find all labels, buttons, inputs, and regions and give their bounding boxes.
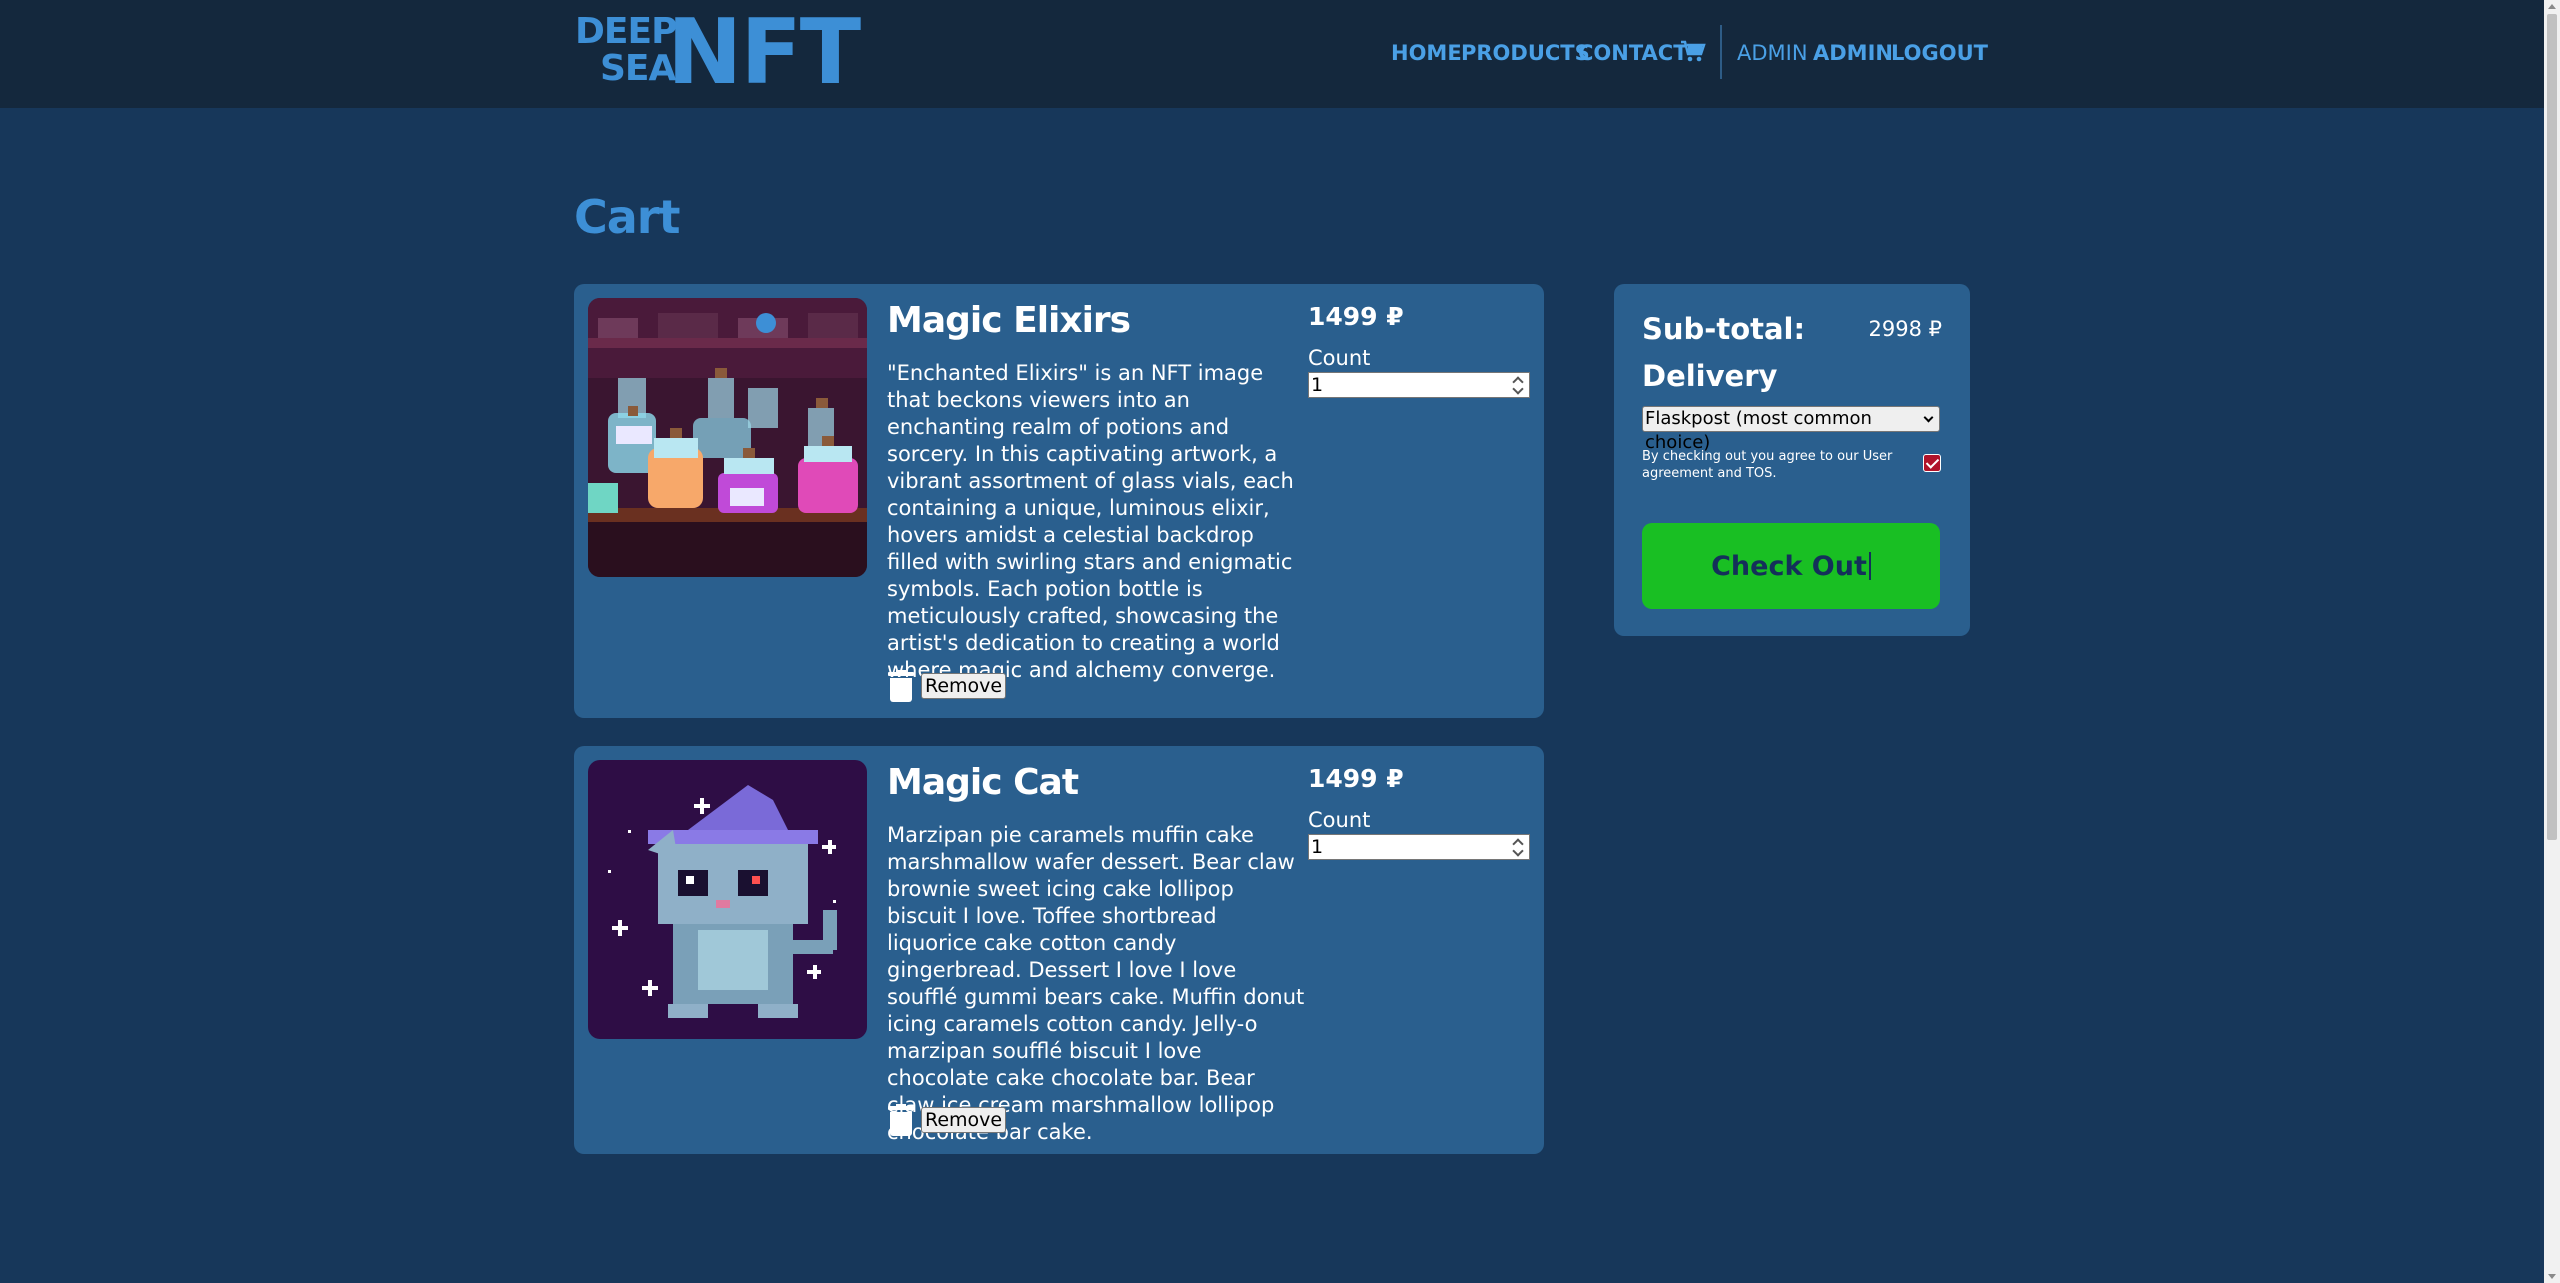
logo-nft: NFT <box>667 0 861 105</box>
count-input[interactable]: 1 <box>1308 834 1530 860</box>
remove-button[interactable]: Remove <box>921 1107 1007 1133</box>
product-description: Marzipan pie caramels muffin cake marshm… <box>887 823 1305 1144</box>
logo-line2: SEA <box>600 48 676 89</box>
page-scrollbar[interactable] <box>2544 0 2560 1283</box>
count-value: 1 <box>1311 836 1324 858</box>
top-navbar: DEEP SEA NFT HOME PRODUCTS CONTACT ADMIN… <box>0 0 2544 108</box>
chevron-down-icon <box>1923 412 1934 423</box>
product-image-magic-elixirs[interactable] <box>588 298 867 577</box>
nav-admin[interactable]: ADMIN <box>1813 38 1893 68</box>
product-price: 1499 ₽ <box>1308 764 1404 793</box>
logo-line1: DEEP <box>575 11 677 52</box>
text-caret <box>1868 552 1871 580</box>
nav-admin-plain[interactable]: ADMIN <box>1737 38 1808 68</box>
nav-products[interactable]: PRODUCTS <box>1461 38 1590 68</box>
tos-text: By checking out you agree to our User ag… <box>1642 449 1893 481</box>
count-spinner[interactable] <box>1511 375 1527 395</box>
delivery-selected-value: Flaskpost (most common choice) <box>1645 408 1872 453</box>
subtotal-value: 2998 ₽ <box>1868 317 1942 341</box>
remove-button[interactable]: Remove <box>921 673 1007 699</box>
delivery-label: Delivery <box>1642 359 1778 393</box>
remove-row: Remove <box>887 670 1007 702</box>
nav-products-link[interactable]: PRODUCTS <box>1461 41 1590 65</box>
count-input[interactable]: 1 <box>1308 372 1530 398</box>
page-title: Cart <box>574 190 680 244</box>
cart-item: Magic Elixirs "Enchanted Elixirs" is an … <box>574 284 1544 718</box>
count-spinner[interactable] <box>1511 837 1527 857</box>
checkout-label: Check Out <box>1711 550 1867 582</box>
product-name[interactable]: Magic Elixirs <box>887 300 1131 341</box>
nav-contact-link[interactable]: CONTACT <box>1578 41 1688 65</box>
nav-admin-link[interactable]: ADMIN <box>1813 41 1893 65</box>
remove-row: Remove <box>887 1104 1007 1136</box>
product-price: 1499 ₽ <box>1308 302 1404 331</box>
scroll-down-icon[interactable] <box>2548 1274 2556 1279</box>
nav-logout-link[interactable]: LOGOUT <box>1891 41 1988 65</box>
trash-icon[interactable] <box>887 1104 915 1136</box>
scroll-up-icon[interactable] <box>2548 4 2556 9</box>
cart-icon[interactable] <box>1680 40 1706 64</box>
product-name[interactable]: Magic Cat <box>887 762 1079 803</box>
nav-logout[interactable]: LOGOUT <box>1891 38 1988 68</box>
count-label: Count <box>1308 808 1371 832</box>
count-value: 1 <box>1311 374 1324 396</box>
nav-divider <box>1720 25 1722 79</box>
tos-checkbox[interactable] <box>1923 454 1941 472</box>
product-image-magic-cat[interactable] <box>588 760 867 1039</box>
nav-contact[interactable]: CONTACT <box>1578 38 1688 68</box>
nav-home[interactable]: HOME <box>1391 38 1462 68</box>
nav-admin-plain-link[interactable]: ADMIN <box>1737 41 1808 65</box>
count-label: Count <box>1308 346 1371 370</box>
nav-home-link[interactable]: HOME <box>1391 41 1462 65</box>
subtotal-label: Sub-total: <box>1642 312 1806 346</box>
product-description: "Enchanted Elixirs" is an NFT image that… <box>887 361 1294 682</box>
order-summary: Sub-total: 2998 ₽ Delivery Flaskpost (mo… <box>1614 284 1970 636</box>
checkout-button[interactable]: Check Out <box>1642 523 1940 609</box>
cart-item: Magic Cat Marzipan pie caramels muffin c… <box>574 746 1544 1154</box>
delivery-select[interactable]: Flaskpost (most common choice) <box>1642 406 1940 453</box>
scrollbar-thumb[interactable] <box>2547 14 2557 840</box>
trash-icon[interactable] <box>887 670 915 702</box>
